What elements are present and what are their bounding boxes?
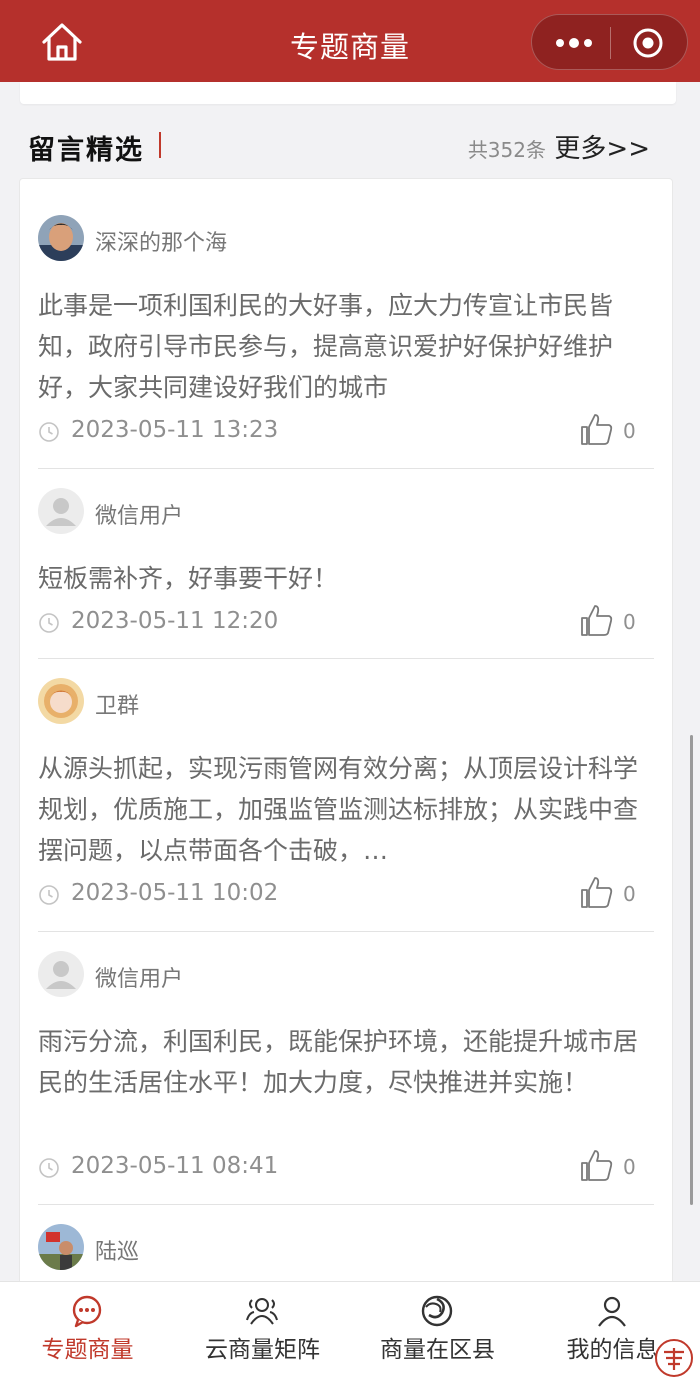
swirl-icon (421, 1295, 453, 1327)
scrollbar[interactable] (690, 735, 693, 1205)
tab-topic-consultation[interactable]: 专题商量 (0, 1282, 175, 1381)
thumbs-up-icon[interactable] (579, 1147, 615, 1183)
comment-time: 2023-05-11 08:41 (71, 1153, 279, 1179)
thumbs-up-icon[interactable] (579, 411, 615, 447)
section-header: 留言精选 共352条 更多>> (28, 126, 658, 166)
comment-text: 此事是一项利国利民的大好事，应大力传宣让市民皆知，政府引导市民参与，提高意识爱护… (38, 291, 614, 402)
comment-meta: 2023-05-11 12:20 0 (38, 605, 656, 638)
comments-card: 深深的那个海 此事是一项利国利民的大好事，应大力传宣让市民皆知，政府引导市民参与… (19, 178, 673, 1298)
more-link[interactable]: 更多>> (554, 128, 650, 165)
comment-time: 2023-05-11 13:23 (71, 417, 279, 443)
username: 深深的那个海 (95, 231, 228, 256)
capsule-divider (610, 27, 611, 59)
more-icon[interactable] (554, 33, 594, 53)
close-target-icon[interactable] (632, 27, 664, 59)
username: 卫群 (95, 694, 140, 719)
thumbs-up-icon[interactable] (579, 874, 615, 910)
clock-icon (39, 1158, 59, 1178)
comment-meta: 2023-05-11 10:02 0 (38, 877, 656, 910)
like-count: 0 (623, 419, 636, 443)
bottom-tab-bar: 专题商量 云商量矩阵 商量在区县 我的信息 (0, 1281, 700, 1381)
like-count: 0 (623, 1155, 636, 1179)
clock-icon (39, 613, 59, 633)
clock-icon (39, 422, 59, 442)
previous-card-bottom (20, 82, 676, 104)
comment-text: 雨污分流，利国利民，既能保护环境，还能提升城市居民的生活居住水平！加大力度，尽快… (38, 1027, 639, 1097)
like-count: 0 (623, 882, 636, 906)
comment-meta: 2023-05-11 08:41 0 (38, 1150, 656, 1183)
avatar (38, 951, 84, 997)
avatar (38, 215, 84, 261)
divider (38, 931, 654, 932)
tab-cloud-matrix[interactable]: 云商量矩阵 (175, 1282, 350, 1381)
divider (38, 468, 654, 469)
avatar (38, 678, 84, 724)
like-count: 0 (623, 610, 636, 634)
tab-label: 商量在区县 (380, 1337, 495, 1363)
section-title: 留言精选 (28, 135, 144, 166)
mini-program-capsule (531, 14, 688, 70)
comment-text: 从源头抓起，实现污雨管网有效分离；从顶层设计科学规划，优质施工，加强监管监测达标… (38, 754, 639, 865)
tab-label: 云商量矩阵 (205, 1337, 320, 1363)
comment-text: 短板需补齐，好事要干好！ (38, 564, 339, 593)
people-icon (246, 1298, 278, 1325)
watermark-seal (655, 1339, 693, 1377)
top-bar: 专题商量 (0, 0, 700, 82)
comment-count: 共352条 (467, 138, 546, 162)
thumbs-up-icon[interactable] (579, 602, 615, 638)
tab-label: 专题商量 (41, 1337, 134, 1363)
username: 微信用户 (95, 504, 184, 529)
person-icon (598, 1296, 626, 1327)
title-accent-bar (159, 132, 161, 158)
comment-time: 2023-05-11 10:02 (71, 880, 279, 906)
chat-bubble-icon (72, 1295, 102, 1328)
clock-icon (39, 885, 59, 905)
comment-meta: 2023-05-11 13:23 0 (38, 414, 656, 447)
tab-district-consultation[interactable]: 商量在区县 (350, 1282, 525, 1381)
username: 微信用户 (95, 967, 184, 992)
divider (38, 658, 654, 659)
avatar (38, 1224, 84, 1270)
username: 陆巡 (95, 1240, 140, 1265)
divider (38, 1204, 654, 1205)
avatar (38, 488, 84, 534)
comment-time: 2023-05-11 12:20 (71, 608, 279, 634)
